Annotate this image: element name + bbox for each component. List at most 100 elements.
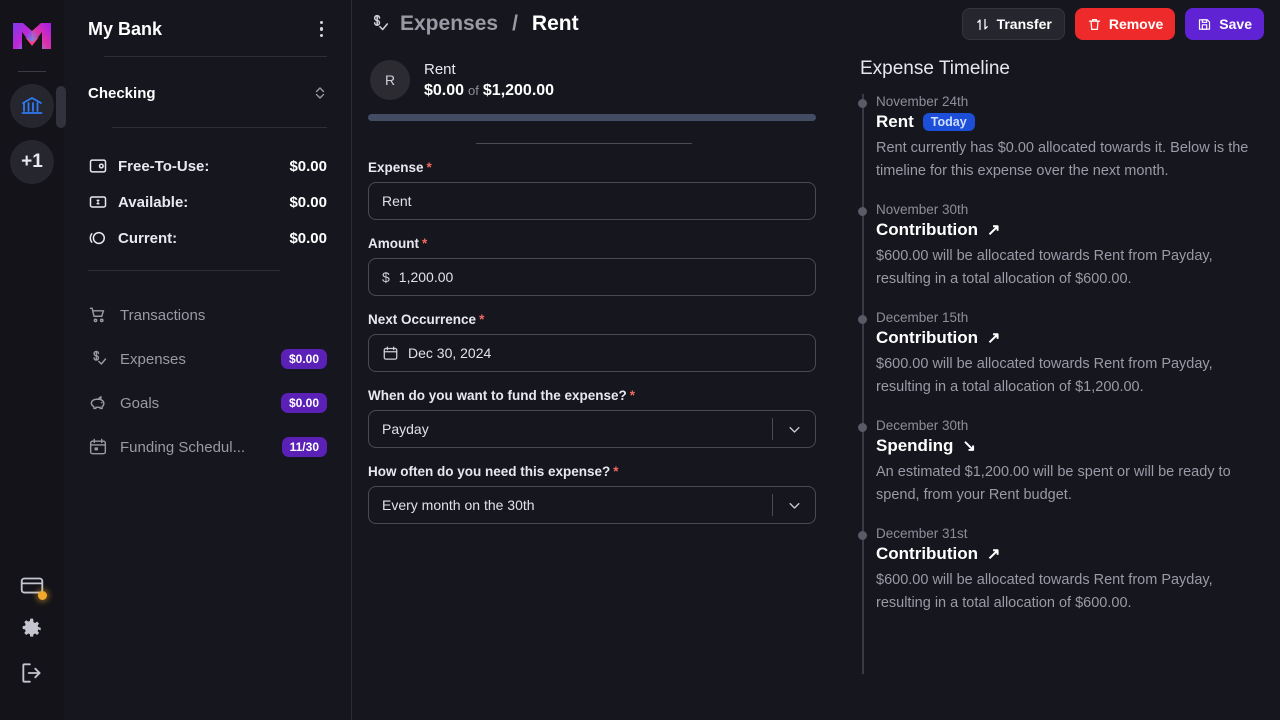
breadcrumb: Expenses / Rent [368, 12, 579, 36]
sidebar-header: My Bank [88, 0, 327, 48]
amount-label-text: Amount [368, 236, 419, 251]
transfer-icon [975, 17, 990, 32]
metric-current: Current: $0.00 [88, 220, 327, 256]
transfer-button[interactable]: Transfer [962, 8, 1065, 40]
sidebar-item-badge: $0.00 [281, 349, 327, 369]
timeline-item-header: Contribution↗ [876, 328, 1256, 348]
account-divider [112, 127, 327, 128]
remove-button[interactable]: Remove [1075, 8, 1175, 40]
next-occurrence-label-text: Next Occurrence [368, 312, 476, 327]
sidebar-item-goals[interactable]: Goals $0.00 [88, 381, 327, 425]
metric-value: $0.00 [289, 230, 327, 247]
timeline-line [862, 94, 864, 674]
next-occurrence-input[interactable]: Dec 30, 2024 [368, 334, 816, 372]
timeline-title: Expense Timeline [860, 58, 1256, 80]
required-mark: * [422, 236, 427, 251]
content-area: R Rent $0.00of$1,200.00 Expense* Ren [352, 48, 1280, 720]
rail-account-bank[interactable] [10, 84, 54, 128]
fund-when-select[interactable]: Payday [368, 410, 816, 448]
timeline-dot [858, 531, 867, 540]
timeline-item: November 24thRentTodayRent currently has… [876, 94, 1256, 202]
trash-icon [1087, 17, 1102, 32]
field-expense: Expense* Rent [368, 160, 816, 220]
app-root: +1 My Bank Checkin [0, 0, 1280, 720]
save-label: Save [1219, 16, 1252, 32]
save-button[interactable]: Save [1185, 8, 1264, 40]
timeline-date: November 30th [876, 202, 1256, 217]
next-occurrence-value: Dec 30, 2024 [408, 345, 491, 361]
chevron-up-down-icon [313, 84, 327, 102]
breadcrumb-separator: / [512, 12, 518, 36]
fund-when-label-text: When do you want to fund the expense? [368, 388, 627, 403]
arrow-up-right-icon: ↗ [987, 544, 1000, 564]
topbar-actions: Transfer Remove Sa [962, 8, 1264, 40]
required-mark: * [479, 312, 484, 327]
breadcrumb-parent[interactable]: Expenses [400, 12, 498, 36]
frequency-select[interactable]: Every month on the 30th [368, 486, 816, 524]
metric-value: $0.00 [289, 194, 327, 211]
timeline-description: $600.00 will be allocated towards Rent f… [876, 353, 1256, 400]
timeline-item: December 31stContribution↗$600.00 will b… [876, 526, 1256, 634]
timeline-date: November 24th [876, 94, 1256, 109]
expense-icon [88, 349, 108, 369]
sidebar-item-label: Funding Schedul... [120, 439, 245, 456]
rail-more-accounts-label: +1 [21, 151, 43, 173]
sidebar-item-transactions[interactable]: Transactions [88, 293, 327, 337]
rail-more-accounts[interactable]: +1 [10, 140, 54, 184]
kebab-menu-icon[interactable] [316, 15, 328, 44]
expense-icon [368, 13, 390, 35]
main-area: Expenses / Rent Transfer [352, 0, 1280, 720]
rail-divider [18, 71, 46, 72]
field-amount: Amount* $ 1,200.00 [368, 236, 816, 296]
amount-input[interactable]: $ 1,200.00 [368, 258, 816, 296]
timeline-item: December 15th Contribution↗ $600.00 will b… [876, 310, 1256, 418]
account-selector[interactable]: Checking [88, 69, 327, 117]
timeline-description: $600.00 will be allocated towards Rent f… [876, 245, 1256, 292]
wallet-icon [88, 156, 108, 176]
expense-input-value: Rent [382, 193, 412, 209]
expense-label-text: Expense [368, 160, 424, 175]
metric-label: Available: [118, 194, 188, 211]
timeline-dot [858, 315, 867, 324]
next-occurrence-field-label: Next Occurrence* [368, 312, 816, 327]
timeline-description: Rent currently has $0.00 allocated towar… [876, 137, 1256, 184]
timeline-dot [858, 207, 867, 216]
arrow-down-right-icon: ↘ [962, 436, 975, 456]
currency-prefix: $ [382, 269, 390, 285]
sidebar-item-funding-schedule[interactable]: Funding Schedul... 11/30 [88, 425, 327, 469]
expense-field-label: Expense* [368, 160, 816, 175]
sidebar-item-badge: $0.00 [281, 393, 327, 413]
shopping-cart-icon [88, 305, 108, 325]
notification-dot [38, 591, 47, 600]
topbar: Expenses / Rent Transfer [352, 0, 1280, 48]
timeline-dot [858, 423, 867, 432]
chevron-down-icon[interactable] [773, 422, 815, 437]
chevron-down-icon[interactable] [773, 498, 815, 513]
of-label: of [468, 83, 479, 98]
rail-active-indicator [56, 86, 66, 128]
expense-form-column: R Rent $0.00of$1,200.00 Expense* Ren [352, 48, 832, 720]
timeline-date: December 30th [876, 418, 1256, 433]
logout-icon[interactable] [19, 660, 45, 686]
monarch-logo [11, 15, 53, 57]
gear-icon[interactable] [19, 616, 45, 642]
expense-summary-card: R Rent $0.00of$1,200.00 [368, 56, 816, 100]
save-disk-icon [1197, 17, 1212, 32]
expense-input[interactable]: Rent [368, 182, 816, 220]
expense-progress-bar [368, 114, 816, 121]
frequency-label-text: How often do you need this expense? [368, 464, 610, 479]
sidebar-item-badge: 11/30 [282, 437, 327, 457]
frequency-value: Every month on the 30th [382, 497, 772, 513]
timeline-date: December 15th [876, 310, 1256, 325]
timeline-kind: Contribution [876, 328, 978, 348]
metrics-divider [88, 270, 280, 271]
timeline-item-header: Contribution↗ [876, 544, 1256, 564]
timeline-item-header: Contribution↗ [876, 220, 1256, 240]
sidebar-item-expenses[interactable]: Expenses $0.00 [88, 337, 327, 381]
timeline-description: $600.00 will be allocated towards Rent f… [876, 569, 1256, 616]
account-metrics: Free-To-Use: $0.00 Available: $0.00 [88, 148, 327, 256]
metric-available: Available: $0.00 [88, 184, 327, 220]
credit-card-icon[interactable] [19, 572, 45, 598]
timeline-kind: Rent [876, 112, 914, 132]
card-divider [476, 143, 692, 144]
